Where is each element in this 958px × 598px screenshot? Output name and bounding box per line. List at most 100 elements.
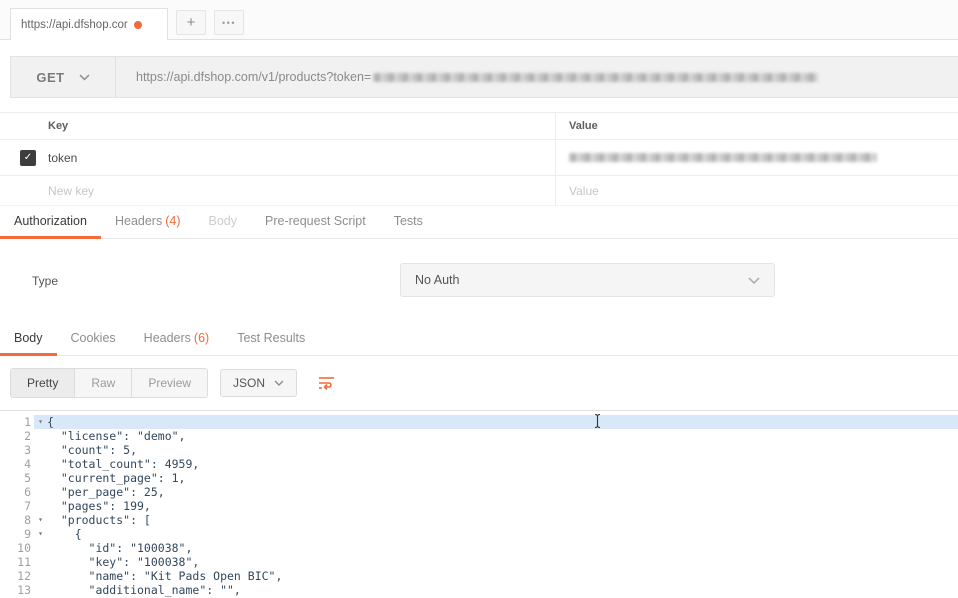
tab-test-results[interactable]: Test Results [223, 323, 319, 355]
code-line: 7 "pages": 199, [0, 499, 958, 513]
param-new-row [0, 176, 958, 206]
response-headers-count-badge: (6) [193, 331, 210, 345]
method-label: GET [36, 69, 65, 85]
request-tab[interactable]: https://api.dfshop.cor [10, 8, 168, 40]
authorization-panel: Type No Auth [0, 239, 958, 323]
tab-cookies[interactable]: Cookies [57, 323, 130, 355]
response-tabs: Body Cookies Headers (6) Test Results [0, 323, 958, 356]
wrap-text-button[interactable] [311, 369, 341, 397]
tab-pre-request-script[interactable]: Pre-request Script [251, 206, 380, 238]
tab-response-headers[interactable]: Headers (6) [130, 323, 224, 355]
unsaved-dot-icon [133, 20, 142, 29]
code-line-text: { [47, 415, 54, 429]
line-number: 1 [0, 415, 34, 429]
code-line-text: "current_page": 1, [47, 471, 186, 485]
chevron-down-icon [79, 73, 90, 81]
response-body-editor[interactable]: 1 ▾{2 "license": "demo", 3 "count": 5, 4 "t… [0, 410, 958, 598]
tab-tests[interactable]: Tests [380, 206, 437, 238]
new-value-input[interactable] [569, 183, 939, 198]
view-toggle-group: Pretty Raw Preview [10, 368, 209, 398]
response-toolbar: Pretty Raw Preview JSON [0, 356, 958, 410]
fold-toggle-icon[interactable]: ▾ [34, 513, 47, 527]
code-line-text: "additional_name": "", [47, 583, 241, 597]
key-column-header: Key [48, 120, 69, 132]
line-number: 9 [0, 527, 34, 541]
language-value: JSON [233, 376, 266, 390]
url-input[interactable]: https://api.dfshop.com/v1/products?token… [116, 57, 958, 97]
auth-type-value: No Auth [415, 273, 460, 287]
param-row-token: token [0, 140, 958, 176]
code-line: 3 "count": 5, [0, 443, 958, 457]
fold-toggle-icon[interactable]: ▾ [34, 415, 47, 429]
request-builder: GET https://api.dfshop.com/v1/products?t… [10, 56, 958, 98]
mouse-text-cursor [594, 413, 601, 429]
tab-menu-button[interactable]: ••• [214, 10, 244, 35]
param-key-cell[interactable]: token [48, 151, 77, 165]
pretty-view-button[interactable]: Pretty [11, 369, 75, 397]
tab-bar: https://api.dfshop.cor + ••• [0, 0, 958, 40]
code-line: 13 "additional_name": "", [0, 583, 958, 597]
tab-headers[interactable]: Headers (4) [101, 206, 195, 238]
param-value-cell[interactable] [555, 140, 958, 175]
code-line-text: "key": "100038", [47, 555, 200, 569]
postman-app: https://api.dfshop.cor + ••• GET https:/… [0, 0, 958, 598]
code-lines: 1 ▾{2 "license": "demo", 3 "count": 5, 4 "t… [0, 415, 958, 598]
chevron-down-icon [274, 380, 284, 386]
line-number: 13 [0, 583, 34, 597]
code-line: 11 "key": "100038", [0, 555, 958, 569]
code-line: 5 "current_page": 1, [0, 471, 958, 485]
line-number: 4 [0, 457, 34, 471]
code-line-text: "name": "Kit Pads Open BIC", [47, 569, 283, 583]
code-line-text: "id": "100038", [47, 541, 193, 555]
ellipsis-icon: ••• [222, 17, 236, 28]
request-tabs: Authorization Headers (4) Body Pre-reques… [0, 206, 958, 239]
line-number: 8 [0, 513, 34, 527]
code-line-text: "license": "demo", [47, 429, 186, 443]
line-number: 6 [0, 485, 34, 499]
params-table: Key Value token [0, 112, 958, 206]
language-dropdown[interactable]: JSON [220, 369, 298, 397]
url-text: https://api.dfshop.com/v1/products?token… [136, 70, 372, 84]
tab-response-body[interactable]: Body [0, 323, 57, 356]
fold-toggle-icon[interactable]: ▾ [34, 527, 47, 541]
auth-type-select[interactable]: No Auth [400, 263, 775, 297]
code-line: 4 "total_count": 4959, [0, 457, 958, 471]
tab-body[interactable]: Body [195, 206, 252, 238]
headers-count-badge: (4) [165, 214, 181, 228]
line-number: 3 [0, 443, 34, 457]
tab-title: https://api.dfshop.cor [21, 18, 128, 31]
preview-view-button[interactable]: Preview [131, 369, 208, 397]
redacted-token-value [373, 72, 819, 82]
line-number: 10 [0, 541, 34, 555]
line-number: 2 [0, 429, 34, 443]
redacted-param-value [569, 153, 877, 162]
params-header-row: Key Value [0, 112, 958, 140]
param-checkbox[interactable] [20, 149, 36, 166]
raw-view-button[interactable]: Raw [74, 369, 132, 397]
value-column-header: Value [555, 113, 958, 139]
line-number: 11 [0, 555, 34, 569]
line-number: 7 [0, 499, 34, 513]
new-tab-button[interactable]: + [176, 10, 206, 35]
code-line: 9 ▾ { [0, 527, 958, 541]
line-number: 12 [0, 569, 34, 583]
new-key-input[interactable] [48, 183, 530, 198]
code-line: 1 ▾{ [0, 415, 958, 429]
tab-authorization[interactable]: Authorization [0, 206, 101, 239]
method-dropdown[interactable]: GET [11, 57, 116, 97]
code-line-text: "count": 5, [47, 443, 138, 457]
chevron-down-icon [748, 276, 760, 284]
code-line-text: "total_count": 4959, [47, 457, 200, 471]
auth-type-label: Type [32, 274, 59, 288]
code-line-text: "products": [ [47, 513, 151, 527]
wrap-text-icon [318, 376, 334, 390]
code-line: 8 ▾ "products": [ [0, 513, 958, 527]
